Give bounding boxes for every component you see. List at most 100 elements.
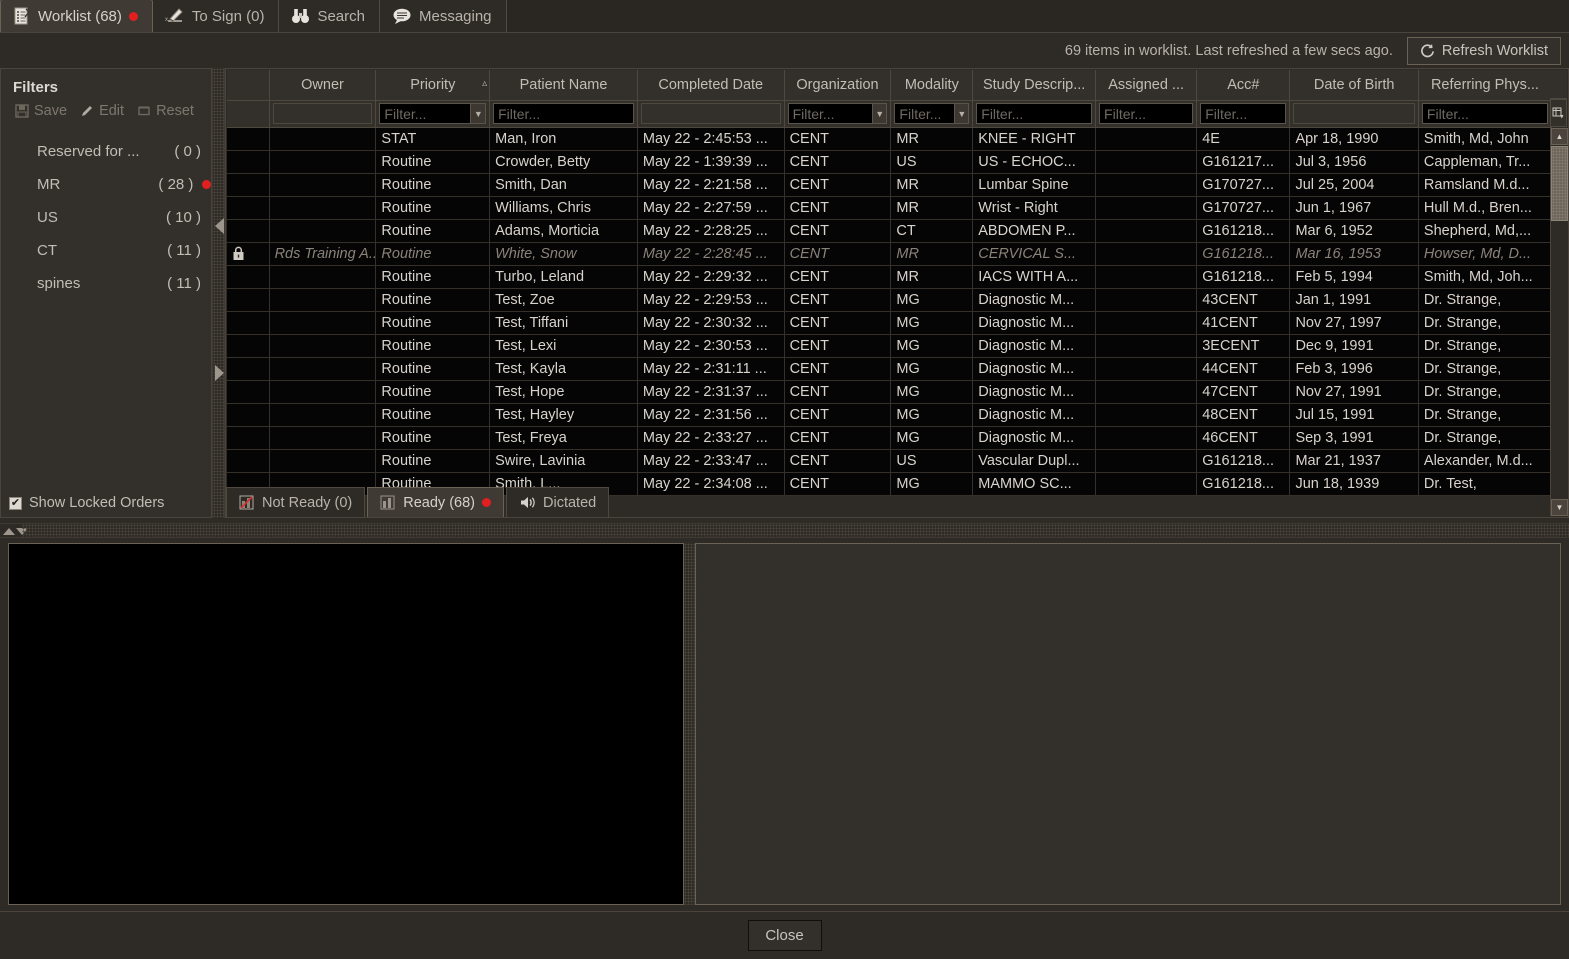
filter-item-reserved[interactable]: Reserved for ... ( 0 ) — [1, 135, 211, 168]
left-panel-splitter[interactable] — [212, 68, 225, 518]
column-filter-priority[interactable]: Filter... ▼ — [375, 100, 491, 128]
tab-search[interactable]: Search — [279, 0, 380, 32]
filter-input-org[interactable]: Filter... — [787, 103, 873, 124]
column-header-lock[interactable] — [227, 70, 270, 101]
table-row[interactable]: Routine Adams, Morticia May 22 - 2:28:25 .… — [227, 219, 1553, 243]
cell-assigned — [1095, 150, 1198, 174]
column-chooser-button[interactable] — [1550, 99, 1567, 127]
filter-item-mr[interactable]: MR ( 28 ) — [1, 168, 211, 201]
column-header-referring[interactable]: Referring Phys... — [1418, 70, 1553, 101]
table-row[interactable]: STAT Man, Iron May 22 - 2:45:53 ... CENT MR K… — [227, 127, 1553, 151]
filters-edit-button[interactable]: Edit — [80, 103, 124, 119]
column-filter-owner[interactable] — [269, 100, 377, 128]
cell-dob: Mar 16, 1953 — [1289, 242, 1419, 266]
worklist-info-bar: 69 items in worklist. Last refreshed a f… — [0, 33, 1569, 68]
filter-input-patient[interactable]: Filter... — [493, 103, 634, 124]
table-row[interactable]: Routine Test, Hayley May 22 - 2:31:56 ... C… — [227, 403, 1553, 427]
cell-org: CENT — [784, 334, 892, 358]
column-header-org[interactable]: Organization — [784, 70, 892, 101]
state-tab-not-ready[interactable]: Not Ready (0) — [226, 487, 366, 517]
filter-input-priority[interactable]: Filter... — [379, 103, 472, 124]
column-header-patient[interactable]: Patient Name — [489, 70, 638, 101]
scroll-down-arrow-icon[interactable]: ▼ — [1551, 499, 1568, 516]
cell-referring: Smith, Md, John — [1418, 127, 1553, 151]
filter-dropdown-org[interactable]: ▼ — [872, 103, 888, 124]
table-row[interactable]: Routine Test, Hope May 22 - 2:31:37 ... CEN… — [227, 380, 1553, 404]
cell-referring: Alexander, M.d... — [1418, 449, 1553, 473]
table-row[interactable]: Routine Test, Zoe May 22 - 2:29:53 ... CENT… — [227, 288, 1553, 312]
filter-input-modality[interactable]: Filter... — [894, 103, 956, 124]
table-row[interactable]: Rds Training A... Routine White, Snow May 2… — [227, 242, 1553, 266]
order-detail-pane[interactable] — [695, 543, 1561, 905]
table-row[interactable]: Routine Smith, Dan May 22 - 2:21:58 ... CEN… — [227, 173, 1553, 197]
filter-dropdown-priority[interactable]: ▼ — [471, 103, 487, 124]
lower-pane-splitter[interactable] — [684, 543, 695, 905]
cell-study: Diagnostic M... — [972, 357, 1097, 381]
cell-acc: 48CENT — [1196, 403, 1291, 427]
tab-to-sign-label: To Sign (0) — [191, 7, 265, 25]
refresh-worklist-button[interactable]: Refresh Worklist — [1406, 36, 1561, 65]
column-header-completed[interactable]: Completed Date — [637, 70, 785, 101]
column-header-study[interactable]: Study Descrip... — [972, 70, 1097, 101]
column-filter-modality[interactable]: Filter... ▼ — [890, 100, 974, 128]
table-row[interactable]: Routine Test, Kayla May 22 - 2:31:11 ... CE… — [227, 357, 1553, 381]
column-header-priority[interactable]: Priority ▵ — [375, 70, 491, 101]
table-row[interactable]: Routine Test, Tiffani May 22 - 2:30:32 ...… — [227, 311, 1553, 335]
cell-priority: Routine — [375, 380, 491, 404]
filters-reset-button[interactable]: Reset — [137, 103, 194, 119]
image-viewer-pane[interactable] — [8, 543, 684, 905]
column-filter-referring[interactable]: Filter... — [1418, 100, 1553, 128]
show-locked-orders-checkbox[interactable]: ✔ — [9, 496, 22, 510]
tab-worklist[interactable]: Worklist (68) — [0, 0, 153, 32]
table-row[interactable]: Routine Williams, Chris May 22 - 2:27:59 .… — [227, 196, 1553, 220]
tab-messaging[interactable]: Messaging — [379, 0, 507, 32]
scroll-up-arrow-icon[interactable]: ▲ — [1551, 128, 1568, 145]
scrollbar-thumb[interactable] — [1551, 146, 1568, 221]
column-header-acc[interactable]: Acc# — [1196, 70, 1291, 101]
column-filter-dob[interactable] — [1289, 100, 1419, 128]
filter-input-acc[interactable]: Filter... — [1200, 103, 1287, 124]
filters-save-button[interactable]: Save — [15, 103, 67, 119]
show-locked-orders-row[interactable]: ✔ Show Locked Orders — [1, 495, 213, 511]
column-filter-completed[interactable] — [637, 100, 785, 128]
state-tab-dictated[interactable]: Dictated — [506, 487, 610, 517]
state-tab-ready[interactable]: Ready (68) — [367, 487, 504, 517]
filter-input-assigned[interactable]: Filter... — [1099, 103, 1194, 124]
column-filter-study[interactable]: Filter... — [972, 100, 1097, 128]
column-header-label: Date of Birth — [1313, 76, 1395, 93]
filter-item-spines[interactable]: spines ( 11 ) — [1, 267, 211, 300]
column-header-owner[interactable]: Owner — [269, 70, 377, 101]
table-row[interactable]: Routine Crowder, Betty May 22 - 1:39:39 ..… — [227, 150, 1553, 174]
filter-item-ct[interactable]: CT ( 11 ) — [1, 234, 211, 267]
table-row[interactable]: Routine Test, Freya May 22 - 2:33:27 ... CE… — [227, 426, 1553, 450]
splitter-collapse-left-arrow-icon[interactable] — [215, 218, 224, 234]
column-header-modality[interactable]: Modality — [890, 70, 974, 101]
column-filter-patient[interactable]: Filter... — [489, 100, 638, 128]
table-row[interactable]: Routine Swire, Lavinia May 22 - 2:33:47 ..… — [227, 449, 1553, 473]
tab-to-sign[interactable]: x To Sign (0) — [152, 0, 280, 32]
column-filter-assigned[interactable]: Filter... — [1095, 100, 1198, 128]
table-row[interactable]: Routine Turbo, Leland May 22 - 2:29:32 ...… — [227, 265, 1553, 289]
splitter-collapse-up-arrow-icon[interactable] — [3, 528, 15, 535]
column-filter-org[interactable]: Filter... ▼ — [784, 100, 892, 128]
cell-study: US - ECHOC... — [972, 150, 1097, 174]
filter-item-us[interactable]: US ( 10 ) — [1, 201, 211, 234]
cell-patient: Test, Hope — [489, 380, 638, 404]
cell-priority: Routine — [375, 311, 491, 335]
cell-referring: Dr. Strange, — [1418, 380, 1553, 404]
cell-priority: Routine — [375, 150, 491, 174]
pencil-icon — [80, 104, 94, 118]
filter-dropdown-modality[interactable]: ▼ — [955, 103, 970, 124]
grid-vertical-scrollbar[interactable]: ▲ ▼ — [1550, 128, 1568, 516]
worklist-table-panel: Owner Priority ▵ Patient Name Completed Date… — [225, 68, 1569, 518]
cell-lock — [227, 426, 270, 450]
horizontal-splitter[interactable] — [0, 523, 1569, 538]
column-header-dob[interactable]: Date of Birth — [1289, 70, 1419, 101]
filter-input-study[interactable]: Filter... — [976, 103, 1093, 124]
column-filter-acc[interactable]: Filter... — [1196, 100, 1291, 128]
close-button[interactable]: Close — [747, 920, 822, 951]
filter-input-referring[interactable]: Filter... — [1421, 103, 1548, 124]
column-header-assigned[interactable]: Assigned ... — [1095, 70, 1198, 101]
table-row[interactable]: Routine Test, Lexi May 22 - 2:30:53 ... CEN… — [227, 334, 1553, 358]
splitter-expand-right-arrow-icon[interactable] — [215, 365, 224, 381]
